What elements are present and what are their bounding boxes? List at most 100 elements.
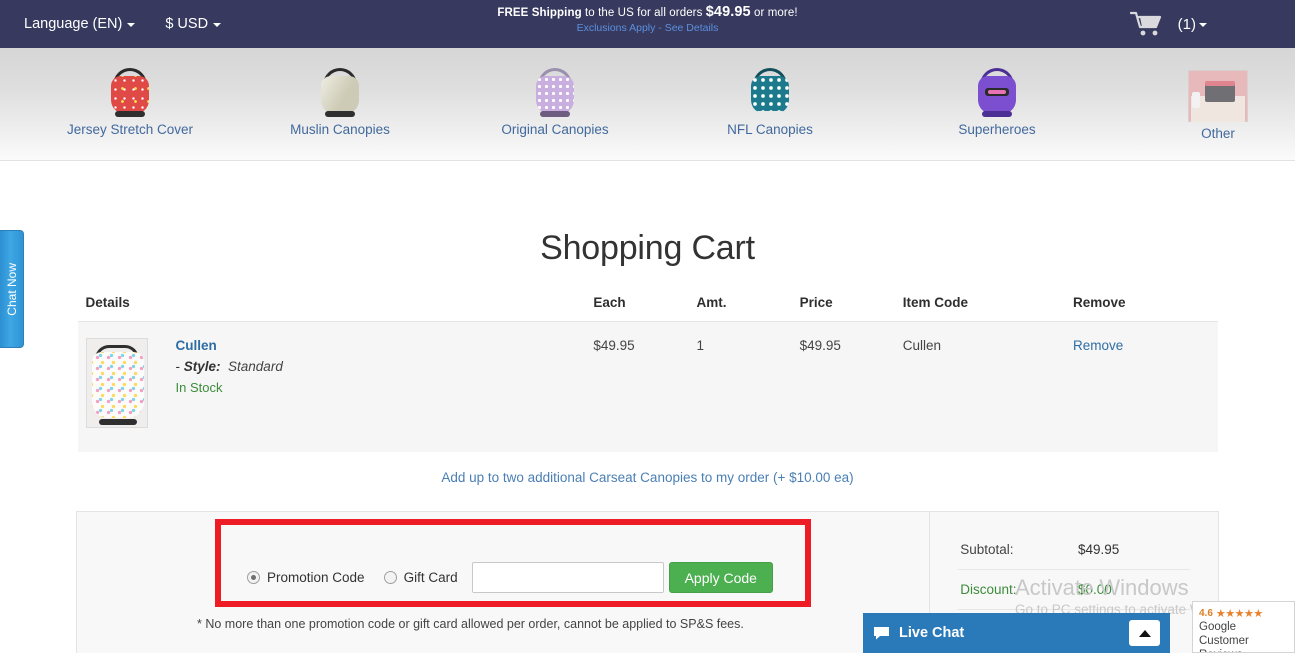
chevron-up-icon bbox=[1138, 629, 1151, 637]
item-text-block: Cullen - Style: Standard In Stock bbox=[176, 338, 283, 428]
cell-details: Cullen - Style: Standard In Stock bbox=[77, 321, 594, 452]
reviews-score: 4.6 bbox=[1199, 608, 1213, 619]
cell-amount: 1 bbox=[696, 321, 800, 452]
nav-item-label: Jersey Stretch Cover bbox=[66, 122, 194, 137]
shipping-mid: to the US for all orders bbox=[581, 7, 706, 19]
promotion-code-radio-option[interactable]: Promotion Code bbox=[247, 570, 365, 585]
nav-item-label: Other bbox=[1201, 126, 1235, 141]
radio-unselected-icon bbox=[383, 571, 397, 584]
live-chat-label-group: Live Chat bbox=[873, 625, 964, 641]
star-rating-icon: ★★★★★ bbox=[1215, 608, 1263, 620]
nav-item-label: Superheroes bbox=[958, 122, 1036, 137]
chevron-down-icon bbox=[127, 23, 136, 27]
item-product-name[interactable]: Cullen bbox=[176, 338, 283, 353]
summary-value: $49.95 bbox=[1078, 542, 1120, 557]
language-label: Language (EN) bbox=[24, 16, 123, 32]
item-stock-status: In Stock bbox=[175, 380, 223, 395]
cart-count[interactable]: (1) bbox=[1178, 16, 1207, 33]
main-content: Shopping Cart Details Each Amt. Price It… bbox=[0, 161, 1295, 653]
summary-value: $0.00 bbox=[1078, 582, 1112, 597]
live-chat-expand-button[interactable] bbox=[1129, 620, 1160, 646]
header-amt: Amt. bbox=[696, 295, 800, 322]
summary-label: Discount: bbox=[960, 582, 1017, 597]
summary-row-subtotal: Subtotal: $49.95 bbox=[958, 530, 1190, 569]
google-customer-reviews-badge[interactable]: 4.6 ★★★★★ Google Customer Reviews bbox=[1192, 601, 1295, 653]
nav-item-muslin-canopies[interactable]: Muslin Canopies bbox=[265, 62, 415, 137]
language-selector[interactable]: Language (EN) bbox=[24, 16, 136, 32]
cell-remove: Remove bbox=[1073, 321, 1218, 452]
promo-disclaimer-note: * No more than one promotion code or gif… bbox=[197, 617, 744, 631]
chevron-down-icon bbox=[1199, 23, 1207, 27]
top-bar-left-links: Language (EN) $ USD bbox=[24, 0, 222, 48]
remove-item-link[interactable]: Remove bbox=[1073, 338, 1123, 353]
chevron-down-icon bbox=[213, 23, 222, 27]
nav-item-nfl-canopies[interactable]: NFL Canopies bbox=[695, 62, 845, 137]
cart-table-body: Cullen - Style: Standard In Stock $49.95… bbox=[77, 321, 1218, 452]
summary-label: Subtotal: bbox=[960, 542, 1014, 557]
page-title: Shopping Cart bbox=[540, 229, 755, 267]
header-item-code: Item Code bbox=[902, 295, 1074, 322]
item-details: Cullen - Style: Standard In Stock bbox=[85, 338, 594, 428]
nav-item-superheroes[interactable]: Superheroes bbox=[922, 62, 1072, 137]
promo-controls-row: Promotion Code Gift Card Apply Code bbox=[247, 562, 773, 593]
table-header-row: Details Each Amt. Price Item Code Remove bbox=[77, 295, 1218, 322]
cart-area[interactable]: (1) bbox=[1129, 0, 1207, 48]
header-price: Price bbox=[799, 295, 903, 322]
header-details: Details bbox=[77, 295, 594, 322]
radio-selected-icon bbox=[247, 571, 260, 584]
currency-selector[interactable]: $ USD bbox=[165, 16, 222, 32]
nursery-room-photo-icon bbox=[1188, 70, 1248, 122]
gift-card-radio-option[interactable]: Gift Card bbox=[383, 570, 458, 585]
header-each: Each bbox=[593, 295, 697, 322]
reviews-rating-row: 4.6 ★★★★★ bbox=[1199, 607, 1288, 620]
category-nav-strip: Jersey Stretch Cover Muslin Canopies Ori… bbox=[0, 48, 1295, 161]
add-additional-canopies-link[interactable]: Add up to two additional Carseat Canopie… bbox=[78, 470, 1218, 485]
nav-item-label: Muslin Canopies bbox=[290, 122, 390, 137]
reviews-brand-line: Google bbox=[1199, 621, 1237, 633]
cell-each: $49.95 bbox=[593, 321, 697, 452]
currency-label: $ USD bbox=[165, 16, 209, 32]
cell-item-code: Cullen bbox=[902, 321, 1074, 452]
summary-row-discount: Discount: $0.00 bbox=[958, 569, 1190, 609]
shipping-prefix: FREE Shipping bbox=[497, 7, 582, 19]
live-chat-bar[interactable]: Live Chat bbox=[863, 613, 1170, 653]
cell-price: $49.95 bbox=[799, 321, 903, 452]
shipping-amount: $49.95 bbox=[705, 4, 751, 20]
item-style: - Style: Standard bbox=[176, 359, 283, 374]
carseat-cover-polkadot-icon bbox=[85, 338, 148, 428]
table-row: Cullen - Style: Standard In Stock $49.95… bbox=[77, 321, 1218, 452]
live-chat-label: Live Chat bbox=[899, 625, 965, 641]
nav-item-original-canopies[interactable]: Original Canopies bbox=[480, 62, 630, 137]
speech-bubble-icon bbox=[874, 627, 889, 640]
apply-code-button[interactable]: Apply Code bbox=[668, 562, 773, 593]
carseat-cover-purple-superhero-icon bbox=[969, 62, 1025, 118]
nav-item-other[interactable]: Other bbox=[1143, 70, 1293, 141]
style-label: Style: bbox=[183, 359, 221, 374]
carseat-cover-cream-muslin-icon bbox=[312, 62, 368, 118]
page-root: Language (EN) $ USD FREE Shipping to the… bbox=[0, 0, 1295, 653]
cart-count-label: (1) bbox=[1177, 15, 1196, 33]
free-shipping-banner: FREE Shipping to the US for all orders $… bbox=[388, 4, 908, 34]
style-prefix: - bbox=[175, 359, 184, 374]
cart-table-head: Details Each Amt. Price Item Code Remove bbox=[77, 295, 1218, 322]
carseat-cover-lavender-print-icon bbox=[527, 62, 583, 118]
promotion-code-label: Promotion Code bbox=[267, 570, 365, 585]
carseat-cover-teal-nfl-icon bbox=[742, 62, 798, 118]
shopping-cart-icon bbox=[1129, 11, 1161, 36]
carseat-cover-red-floral-icon bbox=[102, 62, 158, 118]
free-shipping-text: FREE Shipping to the US for all orders $… bbox=[388, 4, 908, 20]
nav-item-jersey-stretch-cover[interactable]: Jersey Stretch Cover bbox=[55, 62, 205, 137]
cart-table: Details Each Amt. Price Item Code Remove bbox=[77, 295, 1218, 452]
shipping-suffix: or more! bbox=[750, 7, 798, 19]
exclusions-link[interactable]: Exclusions Apply - See Details bbox=[388, 22, 908, 34]
promo-code-input[interactable] bbox=[471, 562, 664, 593]
nav-item-label: NFL Canopies bbox=[727, 122, 813, 137]
top-bar: Language (EN) $ USD FREE Shipping to the… bbox=[0, 0, 1295, 48]
style-value: Standard bbox=[228, 359, 283, 374]
header-remove: Remove bbox=[1073, 295, 1218, 322]
gift-card-label: Gift Card bbox=[403, 570, 458, 585]
promo-code-section: Promotion Code Gift Card Apply Code * No… bbox=[77, 512, 929, 653]
cart-table-wrapper: Details Each Amt. Price Item Code Remove bbox=[77, 295, 1218, 485]
reviews-title-line: Customer Reviews bbox=[1199, 635, 1249, 652]
nav-item-label: Original Canopies bbox=[501, 122, 609, 137]
